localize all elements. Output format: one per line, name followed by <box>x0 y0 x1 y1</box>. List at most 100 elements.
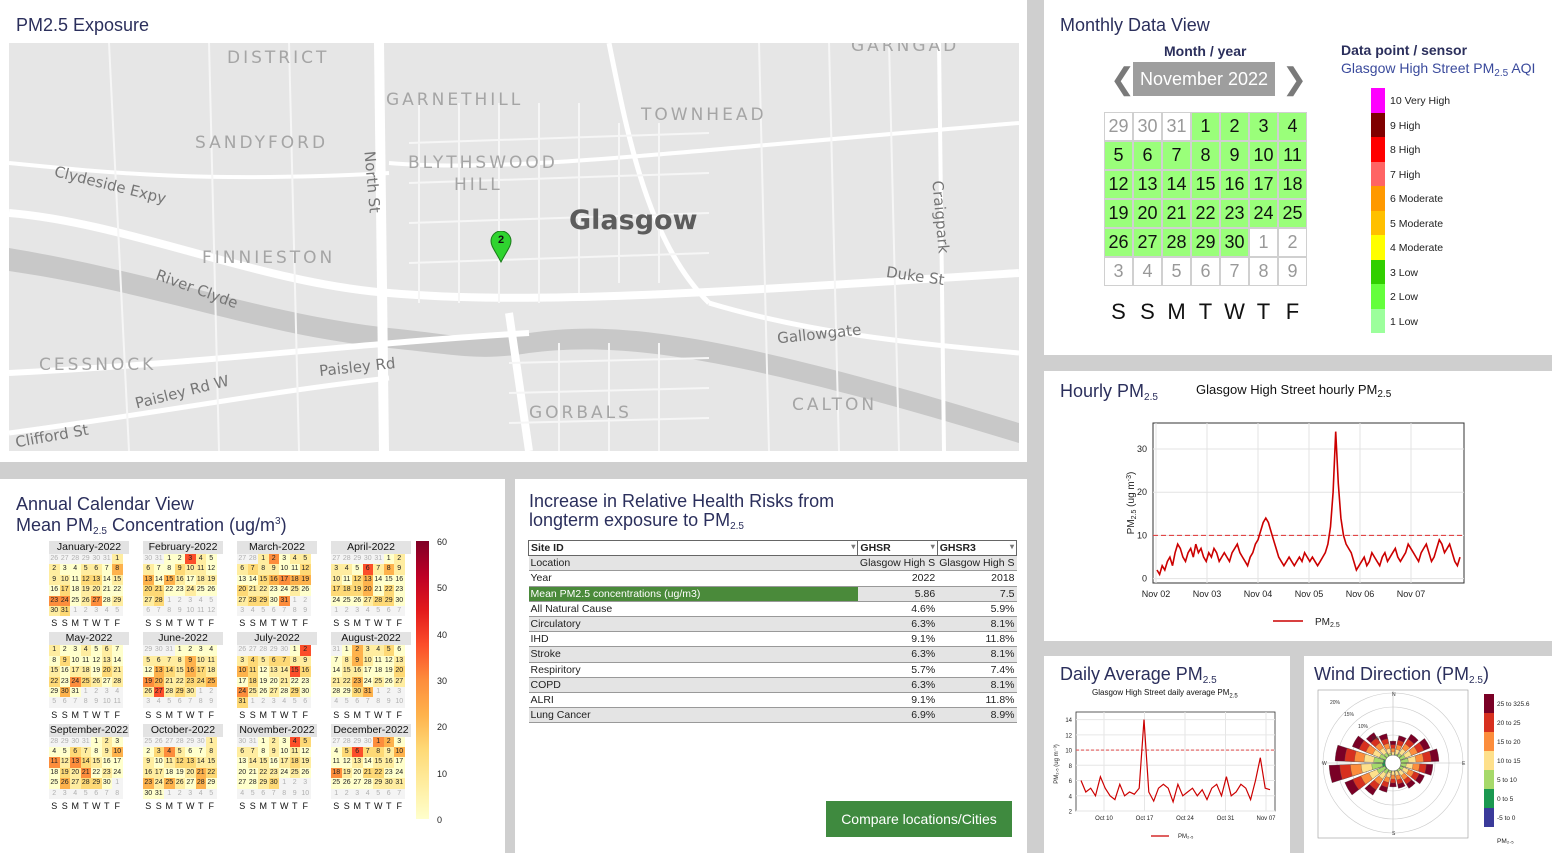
calendar-day[interactable]: 8 <box>164 605 175 617</box>
calendar-day[interactable]: 30 <box>195 736 206 748</box>
calendar-day[interactable]: 30 <box>101 778 112 789</box>
calendar-day[interactable]: 30 <box>1133 112 1162 141</box>
calendar-day[interactable]: 8 <box>206 747 217 758</box>
calendar-day[interactable]: 17 <box>279 574 290 586</box>
calendar-day[interactable]: 13 <box>237 757 248 768</box>
calendar-day[interactable]: 19 <box>300 757 311 768</box>
calendar-day[interactable]: 5 <box>258 605 269 617</box>
calendar-day[interactable]: 12 <box>300 747 311 758</box>
calendar-day[interactable]: 27 <box>352 778 363 789</box>
calendar-day[interactable]: 19 <box>383 666 394 677</box>
calendar-day[interactable]: 8 <box>1249 257 1278 286</box>
calendar-day[interactable]: 11 <box>1278 141 1307 170</box>
calendar-day[interactable]: 8 <box>289 605 300 617</box>
calendar-day[interactable]: 2 <box>300 595 311 606</box>
calendar-day[interactable]: 30 <box>143 554 154 565</box>
calendar-day[interactable]: 26 <box>59 778 70 789</box>
calendar-day[interactable]: 17 <box>237 676 248 687</box>
calendar-day[interactable]: 21 <box>164 676 175 687</box>
calendar-day[interactable]: 29 <box>174 686 185 698</box>
calendar-day[interactable]: 16 <box>352 666 363 677</box>
calendar-day[interactable]: 10 <box>300 788 311 800</box>
calendar-day[interactable]: 9 <box>268 564 279 575</box>
calendar-day[interactable]: 11 <box>289 564 300 575</box>
calendar-day[interactable]: 23 <box>174 585 185 596</box>
calendar-day[interactable]: 1 <box>112 554 123 565</box>
calendar-day[interactable]: 22 <box>164 585 175 596</box>
calendar-day[interactable]: 10 <box>237 666 248 677</box>
calendar-day[interactable]: 31 <box>279 595 290 606</box>
calendar-day[interactable]: 11 <box>49 757 60 768</box>
calendar-day[interactable]: 29 <box>1104 112 1133 141</box>
calendar-day[interactable]: 6 <box>362 564 373 575</box>
calendar-day[interactable]: 14 <box>331 666 342 677</box>
calendar-day[interactable]: 5 <box>258 655 269 667</box>
calendar-day[interactable]: 8 <box>174 655 185 667</box>
calendar-day[interactable]: 29 <box>1191 228 1220 257</box>
sensor-name[interactable]: Glasgow High Street PM2.5 AQI <box>1341 60 1535 79</box>
calendar-day[interactable]: 25 <box>289 767 300 779</box>
calendar-day[interactable]: 3 <box>268 697 279 708</box>
calendar-day[interactable]: 5 <box>91 645 102 656</box>
calendar-day[interactable]: 3 <box>185 554 196 565</box>
calendar-day[interactable]: 17 <box>70 666 81 677</box>
calendar-day[interactable]: 4 <box>373 645 384 656</box>
calendar-day[interactable]: 29 <box>352 736 363 748</box>
calendar-day[interactable]: 15 <box>174 666 185 677</box>
calendar-day[interactable]: 7 <box>112 645 123 656</box>
calendar-day[interactable]: 13 <box>70 757 81 768</box>
calendar-day[interactable]: 18 <box>289 574 300 586</box>
calendar-day[interactable]: 25 <box>373 676 384 687</box>
calendar-day[interactable]: 13 <box>185 757 196 768</box>
calendar-day[interactable]: 21 <box>331 676 342 687</box>
calendar-day[interactable]: 25 <box>206 676 217 687</box>
calendar-day[interactable]: 6 <box>268 605 279 617</box>
calendar-day[interactable]: 6 <box>70 747 81 758</box>
calendar-day[interactable]: 9 <box>268 747 279 758</box>
calendar-day[interactable]: 21 <box>80 767 91 779</box>
calendar-day[interactable]: 12 <box>300 564 311 575</box>
calendar-day[interactable]: 21 <box>247 585 258 596</box>
calendar-day[interactable]: 6 <box>143 605 154 617</box>
calendar-day[interactable]: 16 <box>101 757 112 768</box>
calendar-day[interactable]: 24 <box>279 585 290 596</box>
calendar-day[interactable]: 16 <box>300 666 311 677</box>
calendar-day[interactable]: 30 <box>143 788 154 800</box>
calendar-day[interactable]: 2 <box>258 697 269 708</box>
calendar-day[interactable]: 4 <box>289 736 300 748</box>
calendar-day[interactable]: 31 <box>153 788 164 800</box>
map-view[interactable]: DISTRICT GARNGAD GARNETHILL TOWNHEAD SAN… <box>9 43 1019 451</box>
calendar-day[interactable]: 10 <box>101 697 112 708</box>
calendar-day[interactable]: 29 <box>258 778 269 789</box>
calendar-day[interactable]: 20 <box>101 666 112 677</box>
calendar-day[interactable]: 3 <box>195 645 206 656</box>
calendar-day[interactable]: 10 <box>59 574 70 586</box>
calendar-day[interactable]: 17 <box>331 585 342 596</box>
calendar-day[interactable]: 28 <box>373 595 384 606</box>
calendar-day[interactable]: 31 <box>373 554 384 565</box>
calendar-day[interactable]: 17 <box>153 767 164 779</box>
calendar-day[interactable]: 6 <box>1191 257 1220 286</box>
calendar-day[interactable]: 10 <box>185 605 196 617</box>
calendar-day[interactable]: 10 <box>195 655 206 667</box>
calendar-day[interactable]: 4 <box>164 747 175 758</box>
calendar-day[interactable]: 22 <box>258 585 269 596</box>
calendar-day[interactable]: 3 <box>300 778 311 789</box>
calendar-day[interactable]: 23 <box>101 767 112 779</box>
calendar-day[interactable]: 6 <box>91 788 102 800</box>
calendar-day[interactable]: 13 <box>237 574 248 586</box>
calendar-day[interactable]: 18 <box>195 574 206 586</box>
calendar-day[interactable]: 4 <box>1278 112 1307 141</box>
calendar-day[interactable]: 13 <box>394 655 405 667</box>
calendar-day[interactable]: 3 <box>279 736 290 748</box>
calendar-day[interactable]: 22 <box>174 676 185 687</box>
calendar-day[interactable]: 4 <box>289 554 300 565</box>
calendar-day[interactable]: 29 <box>112 595 123 606</box>
calendar-day[interactable]: 4 <box>341 564 352 575</box>
calendar-day[interactable]: 8 <box>279 788 290 800</box>
calendar-day[interactable]: 31 <box>237 697 248 708</box>
calendar-day[interactable]: 27 <box>331 554 342 565</box>
calendar-day[interactable]: 7 <box>80 747 91 758</box>
calendar-day[interactable]: 5 <box>80 788 91 800</box>
calendar-day[interactable]: 25 <box>70 595 81 606</box>
